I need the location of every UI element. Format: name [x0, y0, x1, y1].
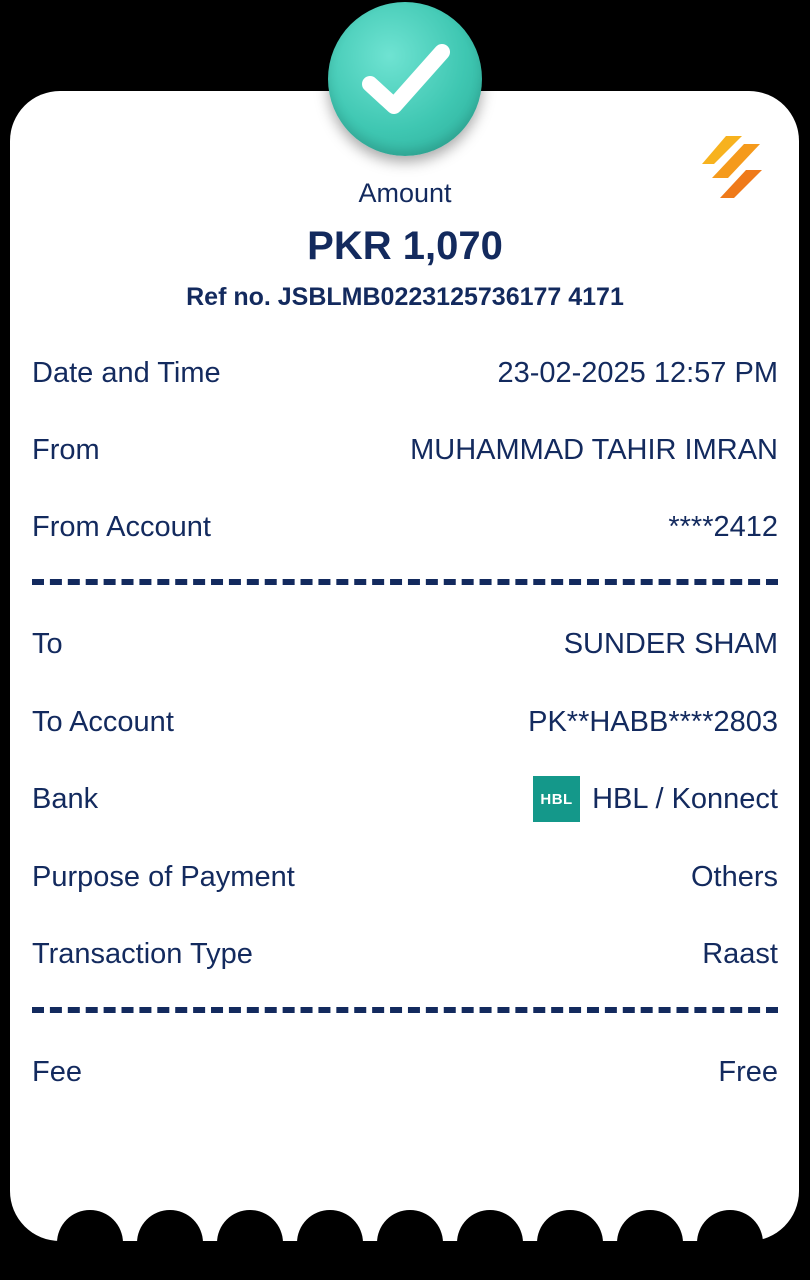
- detail-label: Date and Time: [32, 356, 221, 389]
- detail-label: To Account: [32, 705, 174, 738]
- detail-row-transaction-type: Transaction Type Raast: [32, 934, 778, 974]
- ticket-notch: [537, 1210, 603, 1276]
- ticket-notch: [217, 1210, 283, 1276]
- detail-label: Transaction Type: [32, 937, 253, 970]
- detail-row-to-account: To Account PK**HABB****2803: [32, 702, 778, 742]
- amount-value: PKR 1,070: [307, 224, 503, 268]
- amount-label: Amount: [358, 178, 452, 208]
- bank-name: HBL / Konnect: [592, 782, 778, 815]
- detail-label: Fee: [32, 1055, 82, 1088]
- detail-row-purpose: Purpose of Payment Others: [32, 857, 778, 897]
- detail-label: To: [32, 627, 63, 660]
- dashed-divider: [32, 579, 778, 585]
- detail-row-date-time: Date and Time 23-02-2025 12:57 PM: [32, 353, 778, 393]
- ticket-notch: [617, 1210, 683, 1276]
- ticket-notch: [697, 1210, 763, 1276]
- detail-row-from: From MUHAMMAD TAHIR IMRAN: [32, 430, 778, 470]
- detail-label: Bank: [32, 782, 99, 815]
- detail-label: From Account: [32, 510, 211, 543]
- detail-row-bank: Bank HBL HBL / Konnect: [32, 776, 778, 822]
- detail-value: Raast: [702, 937, 778, 970]
- detail-row-to: To SUNDER SHAM: [32, 624, 778, 664]
- detail-row-from-account: From Account ****2412: [32, 507, 778, 547]
- detail-row-fee: Fee Free: [32, 1052, 778, 1092]
- hbl-logo-icon: HBL: [533, 776, 581, 822]
- detail-value: MUHAMMAD TAHIR IMRAN: [410, 433, 778, 466]
- reference-number: Ref no. JSBLMB0223125736177 4171: [186, 283, 624, 311]
- detail-label: Purpose of Payment: [32, 860, 295, 893]
- ticket-notch: [377, 1210, 443, 1276]
- detail-label: From: [32, 433, 100, 466]
- ticket-notch: [297, 1210, 363, 1276]
- detail-value: Free: [718, 1055, 778, 1088]
- detail-value: ****2412: [668, 510, 778, 543]
- success-check-icon: [328, 2, 482, 156]
- dashed-divider: [32, 1007, 778, 1013]
- detail-value: 23-02-2025 12:57 PM: [497, 356, 778, 389]
- detail-value: PK**HABB****2803: [528, 705, 778, 738]
- ticket-notch: [457, 1210, 523, 1276]
- detail-value-bank: HBL HBL / Konnect: [533, 776, 778, 822]
- ticket-notch: [57, 1210, 123, 1276]
- detail-value: Others: [690, 860, 778, 893]
- detail-value: SUNDER SHAM: [563, 627, 778, 660]
- ticket-notch: [137, 1210, 203, 1276]
